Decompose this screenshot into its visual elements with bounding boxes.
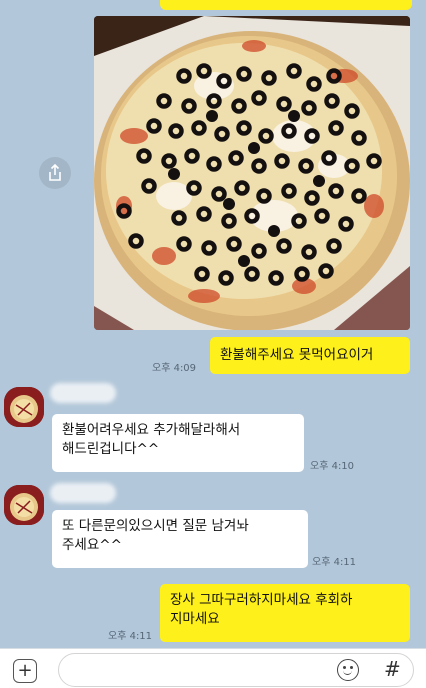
sender-name-redacted xyxy=(50,483,116,503)
avatar-image xyxy=(4,387,44,427)
share-button[interactable] xyxy=(39,157,71,189)
message-text-line: 장사 그따구러하지마세요 후회하 xyxy=(170,592,353,608)
hashtag-button[interactable]: # xyxy=(384,657,401,681)
pizza-photo-message[interactable] xyxy=(94,16,410,330)
message-input[interactable] xyxy=(58,653,414,687)
message-time: 오후 4:11 xyxy=(312,557,357,568)
message-time: 오후 4:11 xyxy=(108,631,153,642)
previous-message-bubble xyxy=(160,0,412,10)
message-text-line: 해드린겁니다^^ xyxy=(62,441,160,457)
my-message-bubble[interactable]: 환불해주세요 못먹어요이거 xyxy=(210,337,410,374)
my-message-bubble[interactable]: 장사 그따구러하지마세요 후회하 지마세요 xyxy=(160,584,410,642)
message-time: 오후 4:10 xyxy=(310,461,355,472)
message-text: 환불해주세요 못먹어요이거 xyxy=(220,347,374,363)
message-text-line: 환불어려우세요 추가해달라해서 xyxy=(62,422,241,438)
avatar[interactable] xyxy=(4,485,44,525)
other-message-bubble[interactable]: 환불어려우세요 추가해달라해서 해드린겁니다^^ xyxy=(52,414,304,472)
message-input-bar: + # xyxy=(0,648,426,688)
hashtag-icon: # xyxy=(384,657,401,681)
share-icon xyxy=(49,164,61,181)
pizza-image xyxy=(94,16,410,330)
sender-name-redacted xyxy=(50,383,116,403)
avatar[interactable] xyxy=(4,387,44,427)
message-text-line: 지마세요 xyxy=(170,611,220,627)
emoticon-button[interactable] xyxy=(337,659,359,681)
plus-icon: + xyxy=(17,660,33,681)
message-time: 오후 4:09 xyxy=(152,363,197,374)
other-message-bubble[interactable]: 또 다른문의있으시면 질문 남겨놔 주세요^^ xyxy=(52,510,308,568)
message-text-line: 주세요^^ xyxy=(62,537,122,553)
message-text-line: 또 다른문의있으시면 질문 남겨놔 xyxy=(62,518,249,534)
avatar-image xyxy=(4,485,44,525)
attach-button[interactable]: + xyxy=(13,659,37,683)
